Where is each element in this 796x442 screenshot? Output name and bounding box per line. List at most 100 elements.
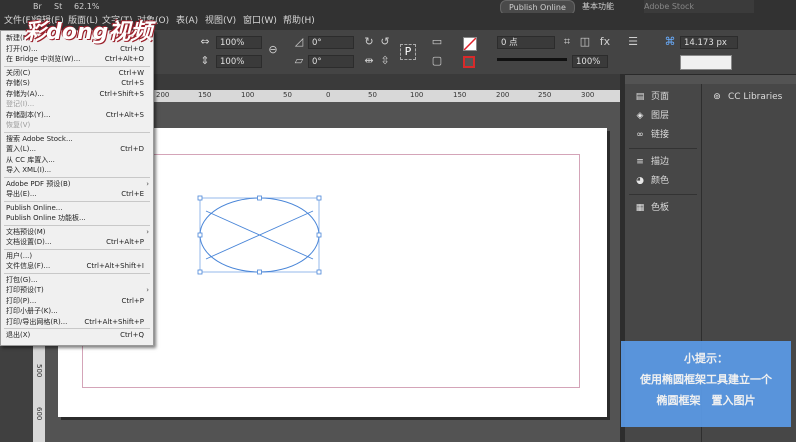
file-menu-item-label: 文档预设(M) [6, 227, 46, 236]
panel-links[interactable]: ∞ 链接 [633, 126, 669, 144]
file-menu-item[interactable]: 在 Bridge 中浏览(W)... Ctrl+Alt+O [1, 54, 153, 65]
menu-separator [4, 176, 150, 178]
file-menu-item[interactable]: Adobe PDF 预设(B) › [1, 179, 153, 190]
panel-stroke[interactable]: ≡ 描边 [633, 153, 669, 171]
file-menu-item[interactable]: 存储(S) Ctrl+S [1, 78, 153, 89]
crop-icon[interactable]: ⌗ [560, 35, 574, 49]
file-menu-item-shortcut: Ctrl+W [118, 68, 144, 77]
file-menu-item-label: 打印预设(T) [6, 286, 44, 294]
effects-box-icon[interactable]: ◫ [578, 35, 592, 49]
file-menu-item[interactable]: 置入(L)... Ctrl+D [1, 144, 153, 155]
file-menu-item-label: 存储副本(Y)... [6, 110, 51, 119]
reference-p-icon[interactable]: P [400, 44, 416, 60]
file-menu-item[interactable]: 恢复(V) [1, 120, 153, 131]
select-content-icon[interactable]: ▢ [430, 54, 444, 68]
submenu-arrow-icon: › [146, 227, 149, 236]
file-menu-item[interactable]: 导入 XML(I)... [1, 165, 153, 176]
stroke-type-preview[interactable] [497, 58, 567, 61]
stroke-swatch[interactable] [463, 56, 475, 68]
tip-line-2: 椭圆框架 置入图片 [656, 394, 756, 407]
panel-layers[interactable]: ◈ 图层 [633, 107, 669, 125]
file-menu-item[interactable]: 登记(I)... [1, 99, 153, 110]
file-menu-item[interactable]: 用户(...) [1, 251, 153, 262]
menu-help[interactable]: 帮助(H) [283, 13, 315, 30]
file-menu-item[interactable]: 存储副本(Y)... Ctrl+Alt+S [1, 110, 153, 121]
menu-separator [4, 200, 150, 202]
menu-window[interactable]: 窗口(W) [243, 13, 277, 30]
bridge-button[interactable]: Br [33, 0, 42, 13]
ruler-tick: 150 [453, 91, 467, 99]
file-menu-item-label: 打印(P)... [6, 296, 37, 305]
panel-color[interactable]: ◕ 颜色 [633, 172, 669, 190]
shear-field[interactable]: 0° [308, 55, 354, 68]
workspace-switcher[interactable]: 基本功能 [582, 0, 614, 13]
constrain-proportions-icon[interactable]: ⊖ [266, 43, 280, 57]
select-container-icon[interactable]: ▭ [430, 35, 444, 49]
file-menu-item[interactable]: 退出(X) Ctrl+Q [1, 330, 153, 341]
file-menu-item-label: 在 Bridge 中浏览(W)... [6, 55, 81, 63]
file-menu-item-label: 用户(...) [6, 251, 33, 260]
ruler-tick: 200 [496, 91, 510, 99]
stroke-weight-field[interactable]: 0 点 [497, 36, 555, 49]
file-menu-item-shortcut: Ctrl+S [121, 79, 144, 87]
file-menu-item[interactable]: 打印/导出网格(R)... Ctrl+Alt+Shift+P [1, 317, 153, 328]
menu-separator [4, 224, 150, 226]
file-menu-item-shortcut: Ctrl+Alt+S [105, 110, 144, 119]
panel-divider [629, 148, 697, 149]
menu-separator [4, 248, 150, 250]
scale-y-icon: ⇕ [200, 54, 210, 67]
menu-table[interactable]: 表(A) [176, 13, 198, 30]
file-menu-item[interactable]: 文档预设(M) › [1, 227, 153, 238]
rotate-ccw-icon[interactable]: ↺ [378, 35, 392, 49]
opacity-field[interactable]: 100% [572, 55, 608, 68]
object-style-field[interactable] [680, 55, 732, 70]
rotate-field[interactable]: 0° [308, 36, 354, 49]
file-menu-item[interactable]: 打印小册子(K)... [1, 306, 153, 317]
align-left-icon[interactable]: ☰ [626, 35, 640, 49]
file-menu-item-shortcut: Ctrl+Shift+S [99, 89, 144, 98]
file-menu-item[interactable]: 打包(G)... [1, 275, 153, 286]
ellipse-frame[interactable] [196, 194, 324, 276]
scale-x-field[interactable]: 100% [216, 36, 262, 49]
file-menu-item[interactable]: 文件信息(F)... Ctrl+Alt+Shift+I [1, 261, 153, 272]
menu-separator [4, 65, 150, 67]
file-menu-item-shortcut: Ctrl+Alt+O [104, 55, 144, 63]
file-menu-item[interactable]: Publish Online... [1, 203, 153, 214]
ruler-tick: 250 [538, 91, 552, 99]
panel-swatches[interactable]: ▦ 色板 [633, 199, 669, 217]
reference-width-field[interactable]: 14.173 px [680, 36, 738, 49]
fx-icon[interactable]: fx [598, 35, 612, 49]
layers-icon: ◈ [636, 111, 644, 121]
panel-pages-label: 页面 [651, 92, 670, 102]
file-menu-item[interactable]: 文档设置(D)... Ctrl+Alt+P [1, 237, 153, 248]
flip-vertical-icon[interactable]: ⇳ [378, 54, 392, 68]
panel-divider [629, 194, 697, 195]
rotate-cw-icon[interactable]: ↻ [362, 35, 376, 49]
ruler-tick: 150 [198, 91, 212, 99]
flip-horizontal-icon[interactable]: ⇹ [362, 54, 376, 68]
file-menu-item[interactable]: 关闭(C) Ctrl+W [1, 68, 153, 79]
ruler-tick: 50 [368, 91, 377, 99]
stock-search-input[interactable]: Adobe Stock [644, 0, 754, 13]
fill-swatch[interactable] [463, 37, 477, 51]
page-margin-guides [82, 154, 580, 388]
file-menu-item[interactable]: 打印(P)... Ctrl+P [1, 296, 153, 307]
file-menu-item[interactable]: 从 CC 库置入... [1, 155, 153, 166]
menu-view[interactable]: 视图(V) [205, 13, 236, 30]
panel-cc-libraries[interactable]: ⊚ CC Libraries [710, 88, 782, 106]
stock-button[interactable]: St [54, 0, 62, 13]
file-menu-item-label: 导入 XML(I)... [6, 166, 52, 174]
zoom-level[interactable]: 62.1% [74, 0, 99, 13]
file-menu-item[interactable]: 搜索 Adobe Stock... [1, 134, 153, 145]
file-menu-item-shortcut: Ctrl+Alt+P [106, 238, 144, 246]
frame-fit-icon[interactable]: ⌘ [663, 35, 677, 49]
scale-y-field[interactable]: 100% [216, 55, 262, 68]
file-menu-item-shortcut: Ctrl+Q [120, 331, 144, 339]
file-menu-item[interactable]: 导出(E)... Ctrl+E [1, 189, 153, 200]
file-menu-item[interactable]: 存储为(A)... Ctrl+Shift+S [1, 89, 153, 100]
file-menu-item-label: Publish Online 功能板... [6, 214, 86, 222]
file-menu-item[interactable]: 打印预设(T) › [1, 285, 153, 296]
panel-pages[interactable]: ▤ 页面 [633, 88, 669, 106]
file-menu-item[interactable]: Publish Online 功能板... [1, 213, 153, 224]
file-menu-item-shortcut: Ctrl+Alt+Shift+P [84, 317, 144, 326]
